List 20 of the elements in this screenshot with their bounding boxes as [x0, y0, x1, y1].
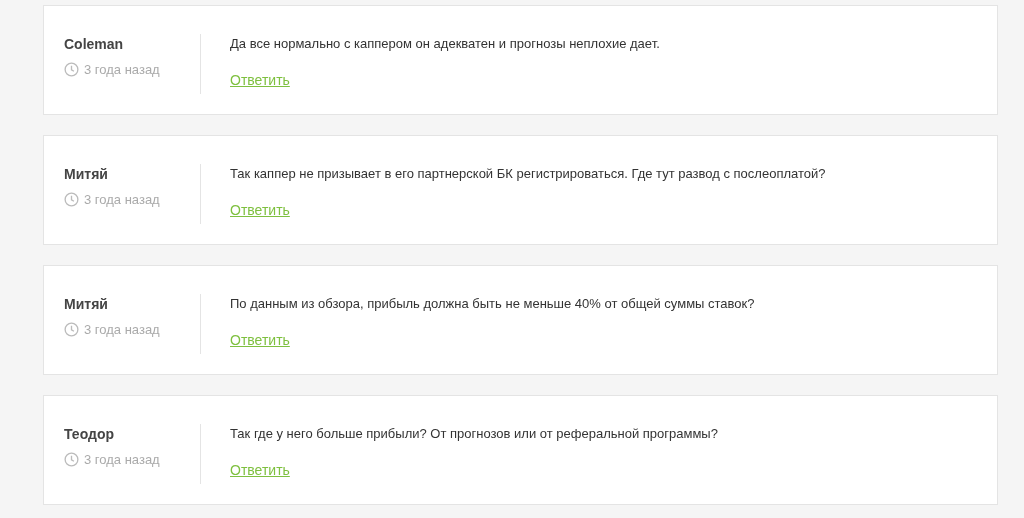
author-name: Coleman: [64, 35, 125, 54]
clock-icon: [64, 452, 79, 468]
reply-link[interactable]: Ответить: [230, 460, 290, 481]
reply-link[interactable]: Ответить: [230, 330, 290, 351]
comment-text: Так где у него больше прибыли? От прогнозов или от реферальной программы?: [230, 425, 718, 443]
comment-text: Да все нормально с каппером он адекватен и прогнозы неплохие дает.: [230, 35, 660, 53]
clock-icon: [64, 322, 79, 338]
reply-link[interactable]: Ответить: [230, 200, 290, 221]
author-name: Теодор: [64, 425, 115, 444]
comment-text: Так каппер не призывает в его партнерской БК регистрироваться. Где тут развод с послеоплатой?: [230, 165, 826, 183]
comment-text: По данным из обзора, прибыль должна быть не меньше 40% от общей суммы ставок?: [230, 295, 755, 313]
reply-link[interactable]: Ответить: [230, 70, 290, 91]
clock-icon: [64, 192, 79, 208]
clock-icon: [64, 62, 79, 78]
author-name: Митяй: [64, 295, 109, 314]
comment-time: 3 года назад: [84, 321, 160, 339]
comment-time: 3 года назад: [84, 191, 160, 209]
comment-time: 3 года назад: [84, 61, 160, 79]
comment-time: 3 года назад: [84, 451, 160, 469]
author-name: Митяй: [64, 165, 109, 184]
